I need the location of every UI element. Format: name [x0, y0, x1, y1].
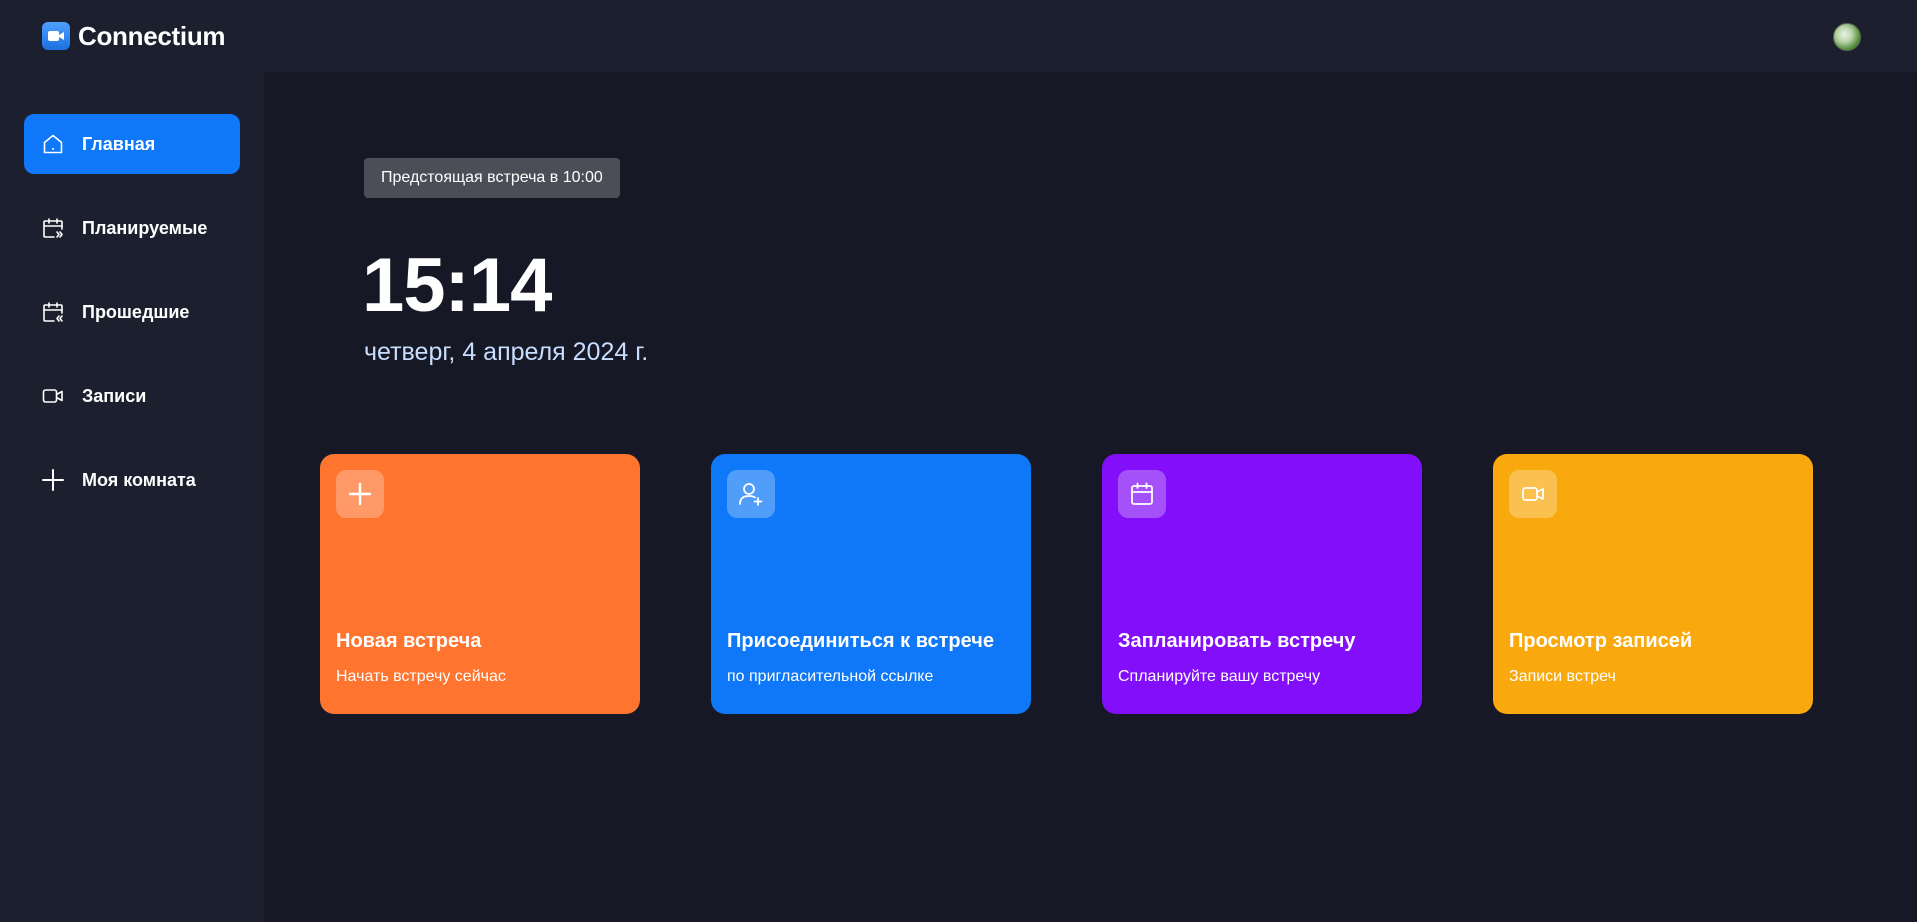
- sidebar-item-home[interactable]: Главная: [24, 114, 240, 174]
- camera-logo-icon: [42, 22, 70, 50]
- calendar-previous-icon: [40, 299, 66, 325]
- sidebar-item-label: Записи: [82, 385, 147, 406]
- sidebar-item-upcoming[interactable]: Планируемые: [24, 198, 240, 258]
- view-recordings-card[interactable]: Просмотр записей Записи встреч: [1493, 454, 1813, 714]
- home-icon: [40, 131, 66, 157]
- current-time: 15:14: [362, 243, 552, 328]
- card-title: Просмотр записей: [1509, 630, 1693, 652]
- schedule-meeting-card[interactable]: Запланировать встречу Спланируйте вашу в…: [1102, 454, 1422, 714]
- plus-icon: [336, 470, 384, 518]
- sidebar: Главная Планируемые Прошедшие Записи Моя…: [0, 72, 264, 922]
- sidebar-item-label: Моя комната: [82, 469, 196, 490]
- card-title: Запланировать встречу: [1118, 630, 1356, 652]
- top-bar: Connectium: [0, 0, 1917, 72]
- card-title: Присоединиться к встрече: [727, 630, 995, 652]
- video-icon: [1509, 470, 1557, 518]
- card-subtitle: по пригласительной ссылке: [727, 668, 934, 685]
- add-user-icon: [727, 470, 775, 518]
- new-meeting-card[interactable]: Новая встреча Начать встречу сейчас: [320, 454, 640, 714]
- sidebar-item-label: Главная: [82, 133, 156, 154]
- sidebar-item-label: Планируемые: [82, 217, 208, 238]
- card-subtitle: Спланируйте вашу встречу: [1118, 668, 1321, 685]
- upcoming-meeting-badge: Предстоящая встреча в 10:00: [364, 158, 620, 198]
- plus-icon: [40, 467, 66, 493]
- video-icon: [40, 383, 66, 409]
- join-meeting-card[interactable]: Присоединиться к встрече по пригласитель…: [711, 454, 1031, 714]
- card-subtitle: Записи встреч: [1509, 668, 1616, 685]
- sidebar-item-personal-room[interactable]: Моя комната: [24, 450, 240, 510]
- sidebar-item-previous[interactable]: Прошедшие: [24, 282, 240, 342]
- calendar-icon: [1118, 470, 1166, 518]
- sidebar-item-recordings[interactable]: Записи: [24, 366, 240, 426]
- app-title: Connectium: [78, 20, 226, 51]
- current-date: четверг, 4 апреля 2024 г.: [364, 338, 649, 366]
- card-title: Новая встреча: [336, 630, 482, 652]
- sidebar-item-label: Прошедшие: [82, 301, 190, 322]
- app-logo[interactable]: Connectium: [42, 20, 226, 52]
- user-avatar[interactable]: [1833, 23, 1861, 51]
- card-subtitle: Начать встречу сейчас: [336, 668, 506, 685]
- main-content: Предстоящая встреча в 10:00 15:14 четвер…: [264, 72, 1917, 922]
- calendar-upcoming-icon: [40, 215, 66, 241]
